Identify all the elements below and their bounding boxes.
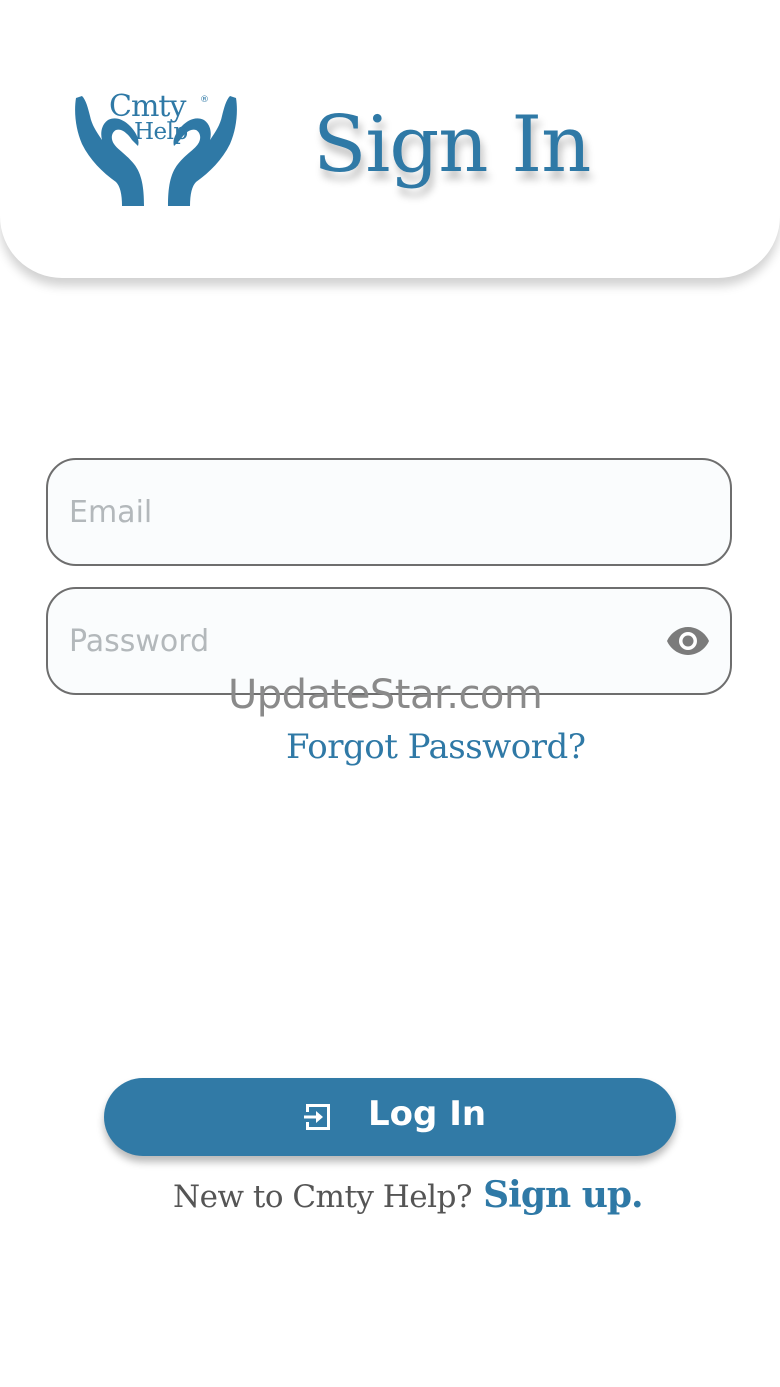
watermark-text: UpdateStar.com — [228, 672, 543, 718]
page-title: Sign In — [313, 100, 591, 190]
header: Cmty ® Help Sign In — [0, 0, 780, 278]
email-input[interactable] — [69, 460, 669, 564]
email-field[interactable] — [46, 458, 732, 566]
signup-link[interactable]: Sign up. — [483, 1174, 643, 1216]
signup-prompt: New to Cmty Help? — [173, 1179, 473, 1215]
login-button[interactable]: Log In — [104, 1078, 676, 1156]
login-icon — [304, 1104, 330, 1130]
cmty-help-logo: Cmty ® Help — [72, 90, 240, 210]
eye-icon[interactable] — [666, 625, 710, 657]
signup-row: New to Cmty Help? Sign up. — [173, 1174, 644, 1216]
registered-mark: ® — [200, 95, 209, 105]
login-button-label: Log In — [368, 1094, 487, 1134]
logo-text-help: Help — [134, 119, 188, 145]
forgot-password-link[interactable]: Forgot Password? — [286, 727, 586, 767]
